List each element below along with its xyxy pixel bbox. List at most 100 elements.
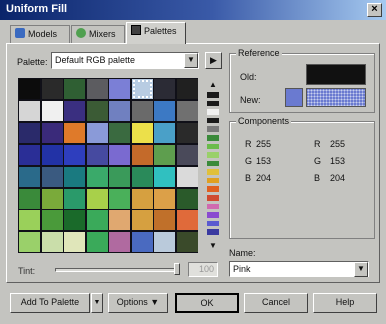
color-swatch[interactable] — [41, 100, 63, 121]
color-swatch[interactable] — [86, 144, 108, 165]
color-swatch[interactable] — [41, 166, 63, 187]
strip-color-swatch[interactable] — [207, 160, 219, 167]
strip-color-swatch[interactable] — [207, 134, 219, 141]
color-swatch[interactable] — [109, 232, 130, 253]
strip-color-swatch[interactable] — [207, 126, 219, 132]
color-swatch[interactable] — [176, 122, 198, 143]
options-button[interactable]: Options ▼ — [108, 293, 168, 313]
ok-button[interactable]: OK — [175, 293, 239, 313]
strip-down-arrow-icon[interactable]: ▼ — [206, 241, 220, 251]
strip-color-swatch[interactable] — [207, 195, 219, 201]
color-swatch[interactable] — [19, 210, 40, 231]
strip-color-swatch[interactable] — [207, 169, 219, 175]
add-to-palette-menu-button[interactable]: ▼ — [91, 293, 103, 313]
strip-color-swatch[interactable] — [207, 100, 219, 107]
color-swatch[interactable] — [19, 166, 40, 187]
color-swatch[interactable] — [154, 166, 175, 187]
color-swatch[interactable] — [86, 100, 108, 121]
color-swatch[interactable] — [19, 79, 40, 99]
help-button[interactable]: Help — [313, 293, 377, 313]
color-swatch[interactable] — [86, 210, 108, 231]
close-button[interactable]: × — [367, 3, 382, 17]
color-swatch[interactable] — [131, 79, 153, 99]
color-swatch[interactable] — [131, 100, 153, 121]
color-swatch[interactable] — [131, 122, 153, 143]
color-swatch[interactable] — [176, 79, 198, 99]
name-dropdown[interactable]: Pink ▼ — [229, 261, 369, 277]
color-swatch[interactable] — [176, 100, 198, 121]
color-swatch[interactable] — [64, 232, 85, 253]
palette-strip[interactable] — [203, 80, 222, 250]
color-swatch[interactable] — [176, 188, 198, 209]
color-swatch[interactable] — [41, 144, 63, 165]
tint-slider[interactable] — [55, 268, 180, 272]
strip-color-swatch[interactable] — [207, 152, 219, 158]
strip-up-arrow-icon[interactable]: ▲ — [206, 80, 220, 90]
color-swatch[interactable] — [109, 210, 130, 231]
color-swatch[interactable] — [64, 79, 85, 99]
color-swatch[interactable] — [64, 122, 85, 143]
color-swatch[interactable] — [64, 188, 85, 209]
color-swatch[interactable] — [131, 232, 153, 253]
tab-palettes[interactable]: Palettes — [126, 22, 186, 44]
strip-color-swatch[interactable] — [207, 92, 219, 98]
color-swatch[interactable] — [64, 210, 85, 231]
color-swatch[interactable] — [131, 144, 153, 165]
strip-color-swatch[interactable] — [207, 229, 219, 235]
color-swatch[interactable] — [86, 166, 108, 187]
color-swatch[interactable] — [154, 100, 175, 121]
strip-color-swatch[interactable] — [207, 203, 219, 210]
strip-color-swatch[interactable] — [207, 212, 219, 218]
tab-models[interactable]: Models — [10, 25, 70, 43]
color-swatch[interactable] — [109, 122, 130, 143]
color-swatch[interactable] — [19, 232, 40, 253]
cancel-button[interactable]: Cancel — [244, 293, 308, 313]
color-swatch[interactable] — [41, 232, 63, 253]
color-swatch[interactable] — [109, 144, 130, 165]
color-swatch[interactable] — [41, 210, 63, 231]
palette-menu-button[interactable]: ▶ — [205, 52, 222, 69]
color-swatch[interactable] — [154, 144, 175, 165]
color-swatch[interactable] — [131, 188, 153, 209]
color-swatch[interactable] — [154, 210, 175, 231]
color-swatch[interactable] — [19, 188, 40, 209]
strip-color-swatch[interactable] — [207, 109, 219, 115]
strip-color-swatch[interactable] — [207, 117, 219, 124]
color-swatch[interactable] — [109, 79, 130, 99]
tint-value-field[interactable]: 100 — [188, 262, 218, 277]
color-swatch[interactable] — [131, 166, 153, 187]
chevron-down-icon[interactable]: ▼ — [184, 53, 198, 68]
color-swatch[interactable] — [41, 79, 63, 99]
color-swatch[interactable] — [176, 144, 198, 165]
color-swatch[interactable] — [19, 144, 40, 165]
color-swatch[interactable] — [154, 122, 175, 143]
color-swatch[interactable] — [19, 122, 40, 143]
color-swatch[interactable] — [131, 210, 153, 231]
color-swatch[interactable] — [19, 100, 40, 121]
tab-mixers[interactable]: Mixers — [71, 25, 125, 43]
color-swatch[interactable] — [64, 166, 85, 187]
tint-slider-thumb[interactable] — [174, 263, 180, 275]
color-swatch[interactable] — [154, 232, 175, 253]
color-swatch[interactable] — [86, 188, 108, 209]
color-swatch[interactable] — [154, 79, 175, 99]
color-swatch[interactable] — [86, 79, 108, 99]
color-swatch[interactable] — [176, 210, 198, 231]
strip-color-swatch[interactable] — [207, 177, 219, 184]
color-swatch[interactable] — [41, 122, 63, 143]
color-swatch[interactable] — [41, 188, 63, 209]
color-swatch[interactable] — [109, 166, 130, 187]
color-swatch[interactable] — [176, 232, 198, 253]
add-to-palette-button[interactable]: Add To Palette — [10, 293, 90, 313]
color-swatch[interactable] — [109, 100, 130, 121]
palette-dropdown[interactable]: Default RGB palette ▼ — [51, 52, 199, 69]
color-swatch[interactable] — [86, 232, 108, 253]
title-bar[interactable]: Uniform Fill × — [0, 0, 386, 20]
color-swatch[interactable] — [64, 100, 85, 121]
color-swatch[interactable] — [86, 122, 108, 143]
color-swatch[interactable] — [64, 144, 85, 165]
chevron-down-icon[interactable]: ▼ — [354, 262, 368, 277]
color-swatch[interactable] — [176, 166, 198, 187]
color-swatch[interactable] — [109, 188, 130, 209]
strip-color-swatch[interactable] — [207, 143, 219, 150]
